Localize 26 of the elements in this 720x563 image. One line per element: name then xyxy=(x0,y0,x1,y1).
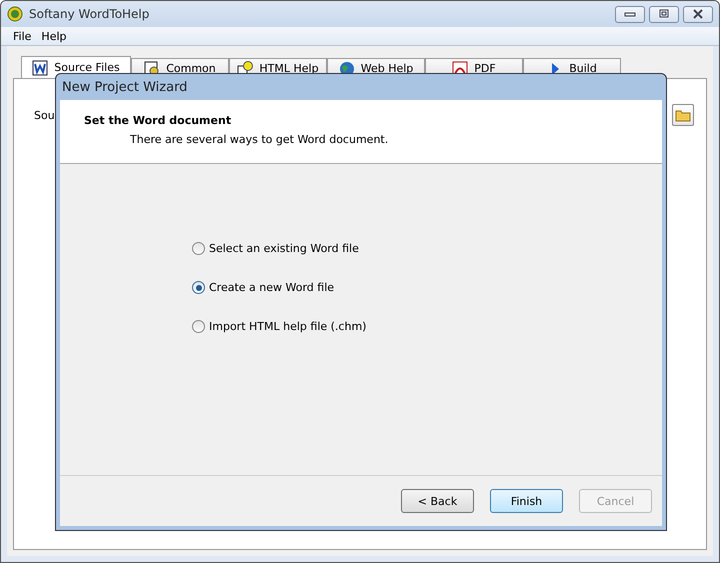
step-description: There are several ways to get Word document. xyxy=(130,133,390,146)
minimize-icon xyxy=(624,10,636,18)
dialog-button[interactable]: Finish xyxy=(490,489,563,513)
menu-item[interactable]: Help xyxy=(41,30,66,42)
radio-button[interactable] xyxy=(192,281,205,294)
step-heading: Set the Word document xyxy=(84,114,232,127)
browse-button[interactable] xyxy=(672,104,694,126)
radio-button[interactable] xyxy=(192,242,205,255)
maximize-icon xyxy=(658,9,670,19)
app-icon xyxy=(7,6,23,22)
option-label[interactable]: Import HTML help file (.chm) xyxy=(209,320,366,333)
option-label[interactable]: Select an existing Word file xyxy=(209,242,359,255)
minimize-button[interactable] xyxy=(615,6,645,22)
radio-button[interactable] xyxy=(192,320,205,333)
window-title: Softany WordToHelp xyxy=(29,7,150,21)
dialog-title: New Project Wizard xyxy=(62,80,188,94)
close-button[interactable] xyxy=(683,6,713,22)
field-label: Sou xyxy=(34,108,55,122)
dialog-button[interactable]: < Back xyxy=(401,489,474,513)
close-icon xyxy=(691,9,705,19)
menu-item[interactable]: File xyxy=(13,30,32,42)
option-label[interactable]: Create a new Word file xyxy=(209,281,334,294)
folder-icon xyxy=(675,108,691,122)
maximize-button[interactable] xyxy=(649,6,679,22)
play-icon xyxy=(552,62,560,74)
document-icon xyxy=(32,60,48,75)
